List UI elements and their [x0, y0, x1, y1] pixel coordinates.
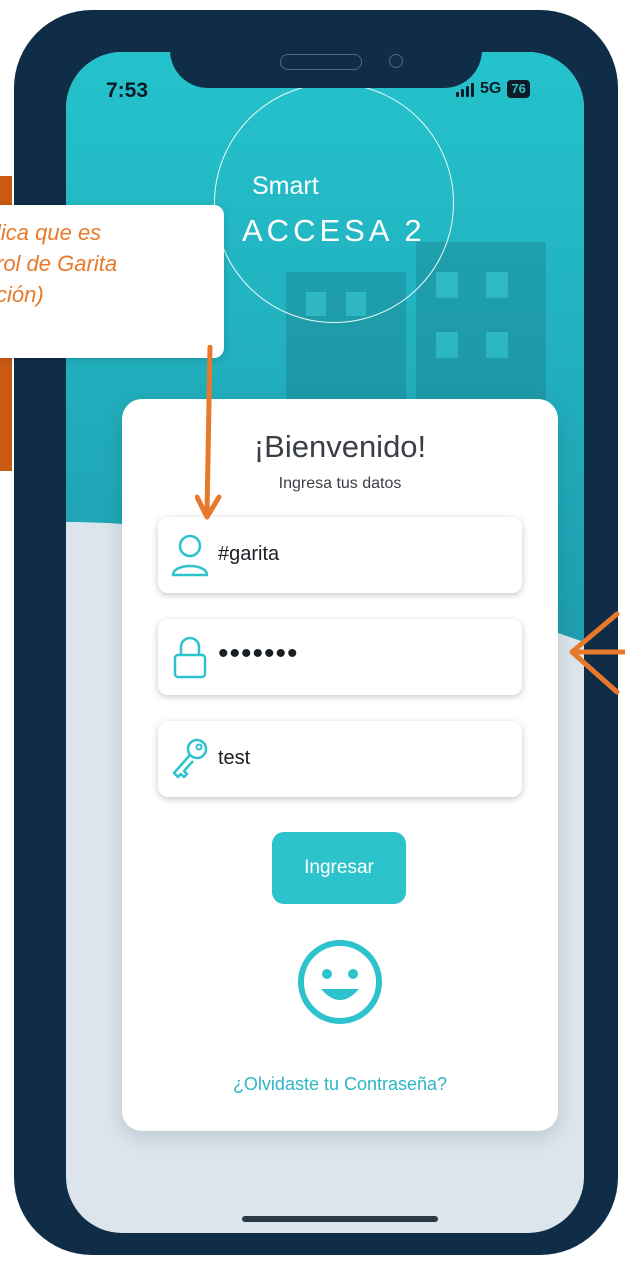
signal-icon	[456, 81, 474, 97]
user-value: #garita	[218, 543, 280, 565]
welcome-title: ¡Bienvenido!	[253, 429, 427, 464]
notch-camera	[389, 54, 403, 68]
annotation-callout-text: lica que es rol de Garita ción)	[0, 220, 118, 307]
notch-speaker	[280, 54, 362, 70]
logo-smart-text: Smart	[252, 172, 319, 200]
logo-brand-text: ACCESA 2	[242, 213, 426, 248]
network-type: 5G	[480, 80, 502, 97]
status-indicators: 5G 76	[456, 80, 530, 98]
phone-notch	[170, 10, 482, 88]
code-field[interactable]: test	[158, 721, 522, 797]
smiley-face-icon[interactable]	[297, 939, 383, 1025]
annotation-side-tab	[0, 351, 12, 471]
code-value: test	[218, 747, 251, 769]
annotation-arrow-down-icon	[195, 345, 222, 520]
phone-frame: Smart ACCESA 2 ¡Bienvenido! Ingresa tus …	[14, 10, 618, 1255]
lock-icon	[173, 636, 207, 679]
logo-circle	[214, 83, 454, 323]
home-indicator	[242, 1216, 438, 1222]
forgot-password-link[interactable]: ¿Olvidaste tu Contraseña?	[122, 1074, 558, 1095]
annotation-arrow-left-icon	[569, 611, 625, 695]
welcome-subtitle: Ingresa tus datos	[278, 475, 402, 492]
battery-indicator: 76	[507, 80, 530, 98]
annotation-callout: lica que es rol de Garita ción)	[0, 205, 224, 358]
password-value: •••••••	[218, 637, 299, 670]
key-icon	[172, 738, 208, 779]
status-time: 7:53	[106, 79, 149, 102]
user-field[interactable]: #garita	[158, 517, 522, 593]
login-button[interactable]: Ingresar	[272, 832, 406, 904]
user-icon	[171, 534, 209, 577]
login-card: ¡Bienvenido! Ingresa tus datos #garita •…	[122, 399, 558, 1131]
password-field[interactable]: •••••••	[158, 619, 522, 695]
